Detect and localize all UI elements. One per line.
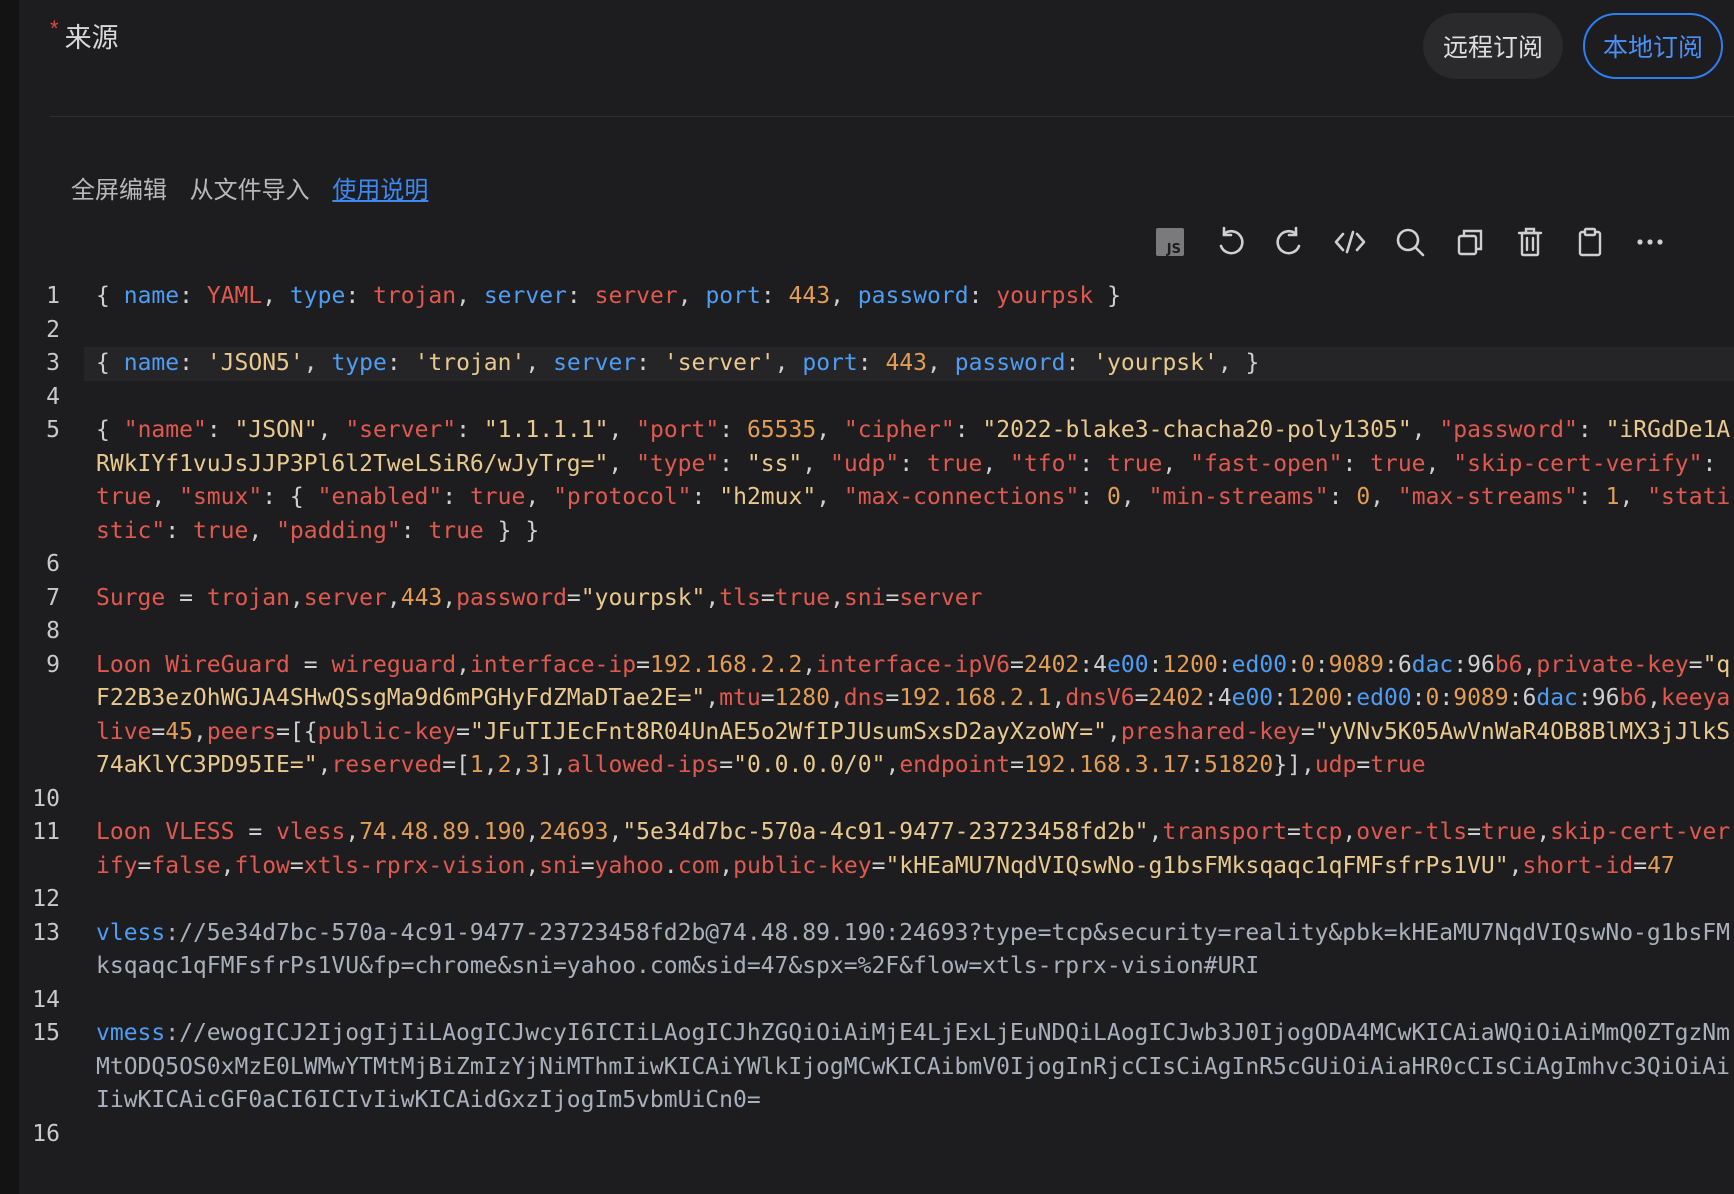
usage-help-link[interactable]: 使用说明 (332, 177, 428, 204)
line-text[interactable]: Loon WireGuard = wireguard,interface-ip=… (84, 649, 1734, 783)
editor-actions: 全屏编辑 从文件导入 使用说明 (71, 170, 444, 205)
code-line[interactable]: 8​ (0, 615, 1734, 649)
line-number: 16 (32, 1120, 60, 1147)
clipboard-icon[interactable] (1570, 222, 1610, 262)
trash-icon[interactable] (1510, 222, 1550, 262)
line-number: 12 (32, 886, 60, 912)
code-icon[interactable] (1330, 222, 1370, 262)
line-number: 4 (46, 383, 60, 410)
remote-subscription-button[interactable]: 远程订阅 (1423, 13, 1563, 79)
line-text[interactable]: ​ (84, 548, 1734, 582)
code-line[interactable]: 9 Loon WireGuard = wireguard,interface-ip… (0, 649, 1734, 783)
line-text[interactable]: Surge = trojan,server,443,password="your… (84, 582, 1734, 616)
code-line[interactable]: 15 vmess://ewogICJ2IjogIjIiLAogICJwcyI6IC… (0, 1017, 1734, 1118)
code-line[interactable]: 7 Surge = trojan,server,443,password="you… (0, 582, 1734, 616)
line-text[interactable]: { name: 'JSON5', type: 'trojan', server:… (84, 347, 1734, 381)
line-number: 2 (46, 316, 60, 343)
source-field-label: * 来源 (50, 16, 119, 55)
line-text[interactable]: ​ (84, 314, 1734, 348)
line-number: 9 (46, 651, 60, 678)
copy-icon[interactable] (1450, 222, 1490, 262)
code-line[interactable]: 2​ (0, 314, 1734, 348)
line-text[interactable]: ​ (84, 984, 1734, 1018)
line-text[interactable]: ​ (84, 1118, 1734, 1152)
required-mark: * (50, 16, 59, 41)
line-text[interactable]: ​ (84, 883, 1734, 917)
line-number: 11 (32, 819, 60, 845)
line-number: 8 (46, 618, 60, 644)
code-line[interactable]: 10 ​ (0, 783, 1734, 817)
js-icon[interactable]: JS (1150, 222, 1190, 262)
line-text[interactable]: ​ (84, 783, 1734, 817)
line-text[interactable]: { name: YAML, type: trojan, server: serv… (84, 280, 1734, 314)
code-line[interactable]: 6​ (0, 548, 1734, 582)
line-text[interactable]: ​ (84, 615, 1734, 649)
line-number: 3 (46, 350, 60, 376)
divider (50, 116, 1734, 117)
line-text[interactable]: vmess://ewogICJ2IjogIjIiLAogICJwcyI6ICIi… (84, 1017, 1734, 1118)
search-icon[interactable] (1390, 222, 1430, 262)
line-text[interactable]: Loon VLESS = vless,74.48.89.190,24693,"5… (84, 816, 1734, 883)
code-line[interactable]: 11 Loon VLESS = vless,74.48.89.190,24693,… (0, 816, 1734, 883)
code-line[interactable]: 5 { "name": "JSON", "server": "1.1.1.1", … (0, 414, 1734, 548)
redo-icon[interactable] (1270, 222, 1310, 262)
undo-icon[interactable] (1210, 222, 1250, 262)
code-line[interactable]: 12 ​ (0, 883, 1734, 917)
code-line[interactable]: 3 { name: 'JSON5', type: 'trojan', server… (0, 347, 1734, 381)
line-number: 7 (46, 584, 60, 611)
more-icon[interactable] (1630, 222, 1670, 262)
line-number: 15 (32, 1020, 60, 1046)
line-number: 1 (46, 283, 60, 309)
line-number: 6 (46, 551, 60, 577)
code-line[interactable]: 4​ (0, 381, 1734, 415)
line-text[interactable]: { "name": "JSON", "server": "1.1.1.1", "… (84, 414, 1734, 548)
code-editor[interactable]: 1 { name: YAML, type: trojan, server: ser… (0, 280, 1734, 1151)
line-number: 14 (32, 986, 60, 1013)
source-label-text: 来源 (64, 23, 119, 53)
line-text[interactable]: vless://5e34d7bc-570a-4c91-9477-23723458… (84, 917, 1734, 984)
line-text[interactable]: ​ (84, 381, 1734, 415)
code-line[interactable]: 14 ​ (0, 984, 1734, 1018)
editor-toolbar: JS (1150, 222, 1734, 264)
code-line[interactable]: 16 ​ (0, 1118, 1734, 1152)
svg-text:JS: JS (1166, 242, 1181, 257)
line-number: 13 (32, 919, 60, 946)
import-from-file-link[interactable]: 从文件导入 (190, 177, 310, 204)
fullscreen-edit-link[interactable]: 全屏编辑 (71, 177, 167, 204)
line-number: 10 (32, 785, 60, 812)
local-subscription-button[interactable]: 本地订阅 (1583, 13, 1723, 79)
code-line[interactable]: 13 vless://5e34d7bc-570a-4c91-9477-237234… (0, 917, 1734, 984)
code-line[interactable]: 1 { name: YAML, type: trojan, server: ser… (0, 280, 1734, 314)
line-number: 5 (46, 417, 60, 443)
